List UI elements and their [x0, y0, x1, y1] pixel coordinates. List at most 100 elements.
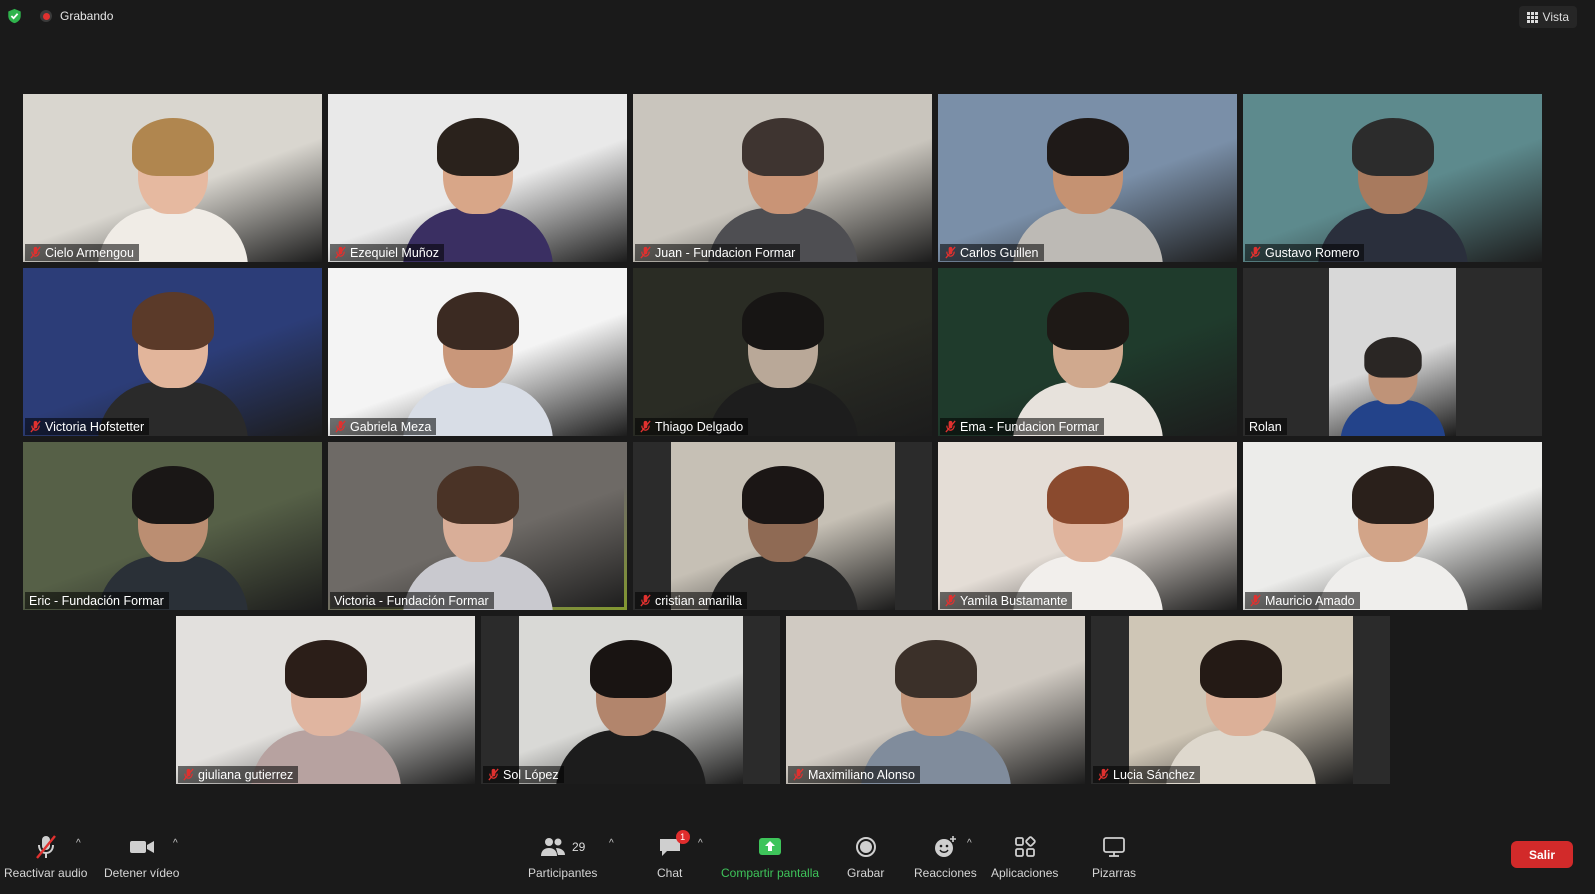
participant-name: Sol López [503, 767, 559, 782]
participant-nameplate: Juan - Fundacion Formar [635, 244, 801, 261]
participant-video-feed [1129, 616, 1353, 784]
participant-silhouette [556, 640, 706, 784]
participant-name: Maximiliano Alonso [808, 767, 915, 782]
participant-nameplate: Sol López [483, 766, 564, 783]
stop-video-label: Detener vídeo [104, 866, 180, 880]
participant-silhouette [1012, 118, 1163, 262]
participant-video-feed [786, 616, 1085, 784]
video-options-caret-icon[interactable]: ^ [173, 838, 178, 849]
participant-video-feed [633, 268, 932, 436]
microphone-muted-icon [945, 246, 956, 259]
participant-name: Ezequiel Muñoz [350, 245, 439, 260]
participant-nameplate: Ezequiel Muñoz [330, 244, 444, 261]
participant-video-tile[interactable]: Thiago Delgado [633, 268, 932, 436]
participant-nameplate: Gabriela Meza [330, 418, 437, 435]
participant-silhouette [1317, 118, 1468, 262]
participant-video-tile[interactable]: Gustavo Romero [1243, 94, 1542, 262]
microphone-muted-icon [945, 594, 956, 607]
participants-label: Participantes [528, 866, 598, 880]
leave-meeting-button[interactable]: Salir [1511, 841, 1573, 868]
chat-unread-badge: 1 [675, 830, 690, 844]
participant-silhouette [707, 292, 858, 436]
chat-button[interactable]: 1 Chat [657, 830, 690, 880]
participant-video-tile[interactable]: Carlos Guillen [938, 94, 1237, 262]
participant-video-tile[interactable]: Lucia Sánchez [1091, 616, 1390, 784]
participant-nameplate: Ema - Fundacion Formar [940, 418, 1104, 435]
participant-video-tile[interactable]: giuliana gutierrez [176, 616, 475, 784]
participant-video-tile[interactable]: Maximiliano Alonso [786, 616, 1085, 784]
participants-options-caret-icon[interactable]: ^ [609, 838, 614, 849]
participants-count: 29 [572, 840, 586, 854]
reactions-options-caret-icon[interactable]: ^ [967, 838, 972, 849]
participant-video-tile[interactable]: Sol López [481, 616, 780, 784]
participant-video-tile[interactable]: Eric - Fundación Formar [23, 442, 322, 610]
participant-silhouette [402, 466, 553, 610]
participant-name: Ema - Fundacion Formar [960, 419, 1099, 434]
participant-video-feed [519, 616, 743, 784]
participant-video-feed [1243, 442, 1542, 610]
security-shield-icon[interactable] [7, 8, 22, 24]
participant-video-tile[interactable]: Ezequiel Muñoz [328, 94, 627, 262]
participant-silhouette [250, 640, 401, 784]
participant-nameplate: Cielo Armengou [25, 244, 139, 261]
participant-video-tile[interactable]: cristian amarilla [633, 442, 932, 610]
participant-name: Juan - Fundacion Formar [655, 245, 796, 260]
meeting-top-bar: Grabando Vista [0, 0, 1595, 32]
participant-video-tile[interactable]: Cielo Armengou [23, 94, 322, 262]
participant-nameplate: giuliana gutierrez [178, 766, 299, 783]
participant-silhouette [707, 118, 858, 262]
participant-nameplate: Victoria - Fundación Formar [330, 592, 494, 609]
participant-video-tile[interactable]: Victoria Hofstetter [23, 268, 322, 436]
video-camera-icon [129, 841, 154, 853]
participant-video-tile[interactable]: Gabriela Meza [328, 268, 627, 436]
participant-silhouette [1012, 466, 1163, 610]
audio-options-caret-icon[interactable]: ^ [76, 838, 81, 849]
participant-silhouette [402, 118, 553, 262]
participant-silhouette [97, 292, 248, 436]
share-screen-button[interactable]: Compartir pantalla [721, 834, 819, 880]
participant-name: Victoria Hofstetter [45, 419, 145, 434]
stop-video-button[interactable]: Detener vídeo [104, 834, 179, 880]
participant-video-feed [328, 268, 627, 436]
participant-name: Mauricio Amado [1265, 593, 1355, 608]
microphone-muted-icon [30, 420, 41, 433]
participant-nameplate: Maximiliano Alonso [788, 766, 920, 783]
chat-options-caret-icon[interactable]: ^ [698, 838, 703, 849]
participant-video-tile[interactable]: Ema - Fundacion Formar [938, 268, 1237, 436]
participant-video-tile[interactable]: Juan - Fundacion Formar [633, 94, 932, 262]
whiteboards-label: Pizarras [1092, 866, 1137, 880]
participant-video-tile[interactable]: Mauricio Amado [1243, 442, 1542, 610]
participant-silhouette [708, 466, 858, 610]
participant-nameplate: cristian amarilla [635, 592, 747, 609]
unmute-button[interactable]: Reactivar audio [4, 834, 87, 880]
whiteboard-icon [1103, 837, 1125, 857]
microphone-muted-icon [640, 420, 651, 433]
participant-silhouette [97, 466, 248, 610]
microphone-muted-icon [640, 246, 651, 259]
participant-name: Carlos Guillen [960, 245, 1039, 260]
participant-video-tile[interactable]: Victoria - Fundación Formar [328, 442, 627, 610]
microphone-muted-icon [1250, 594, 1261, 607]
unmute-label: Reactivar audio [4, 866, 88, 880]
participant-nameplate: Thiago Delgado [635, 418, 749, 435]
participant-nameplate: Yamila Bustamante [940, 592, 1073, 609]
record-button[interactable]: Grabar [847, 834, 884, 880]
participant-silhouette [97, 118, 248, 262]
microphone-muted-icon [1250, 246, 1261, 259]
participant-nameplate: Gustavo Romero [1245, 244, 1365, 261]
participant-nameplate: Victoria Hofstetter [25, 418, 150, 435]
participant-video-tile[interactable]: Rolan [1243, 268, 1542, 436]
whiteboards-button[interactable]: Pizarras [1092, 834, 1136, 880]
record-icon [855, 837, 876, 857]
participant-video-feed [23, 94, 322, 262]
microphone-muted-icon [1098, 768, 1109, 781]
apps-button[interactable]: Aplicaciones [991, 834, 1058, 880]
record-label: Grabar [847, 866, 885, 880]
participant-video-feed [1329, 268, 1456, 436]
participants-button[interactable]: 29 Participantes [528, 834, 597, 880]
participant-nameplate: Eric - Fundación Formar [25, 592, 169, 609]
participant-name: Gustavo Romero [1265, 245, 1360, 260]
microphone-muted-icon [488, 768, 499, 781]
participant-video-tile[interactable]: Yamila Bustamante [938, 442, 1237, 610]
view-button[interactable]: Vista [1518, 6, 1577, 28]
